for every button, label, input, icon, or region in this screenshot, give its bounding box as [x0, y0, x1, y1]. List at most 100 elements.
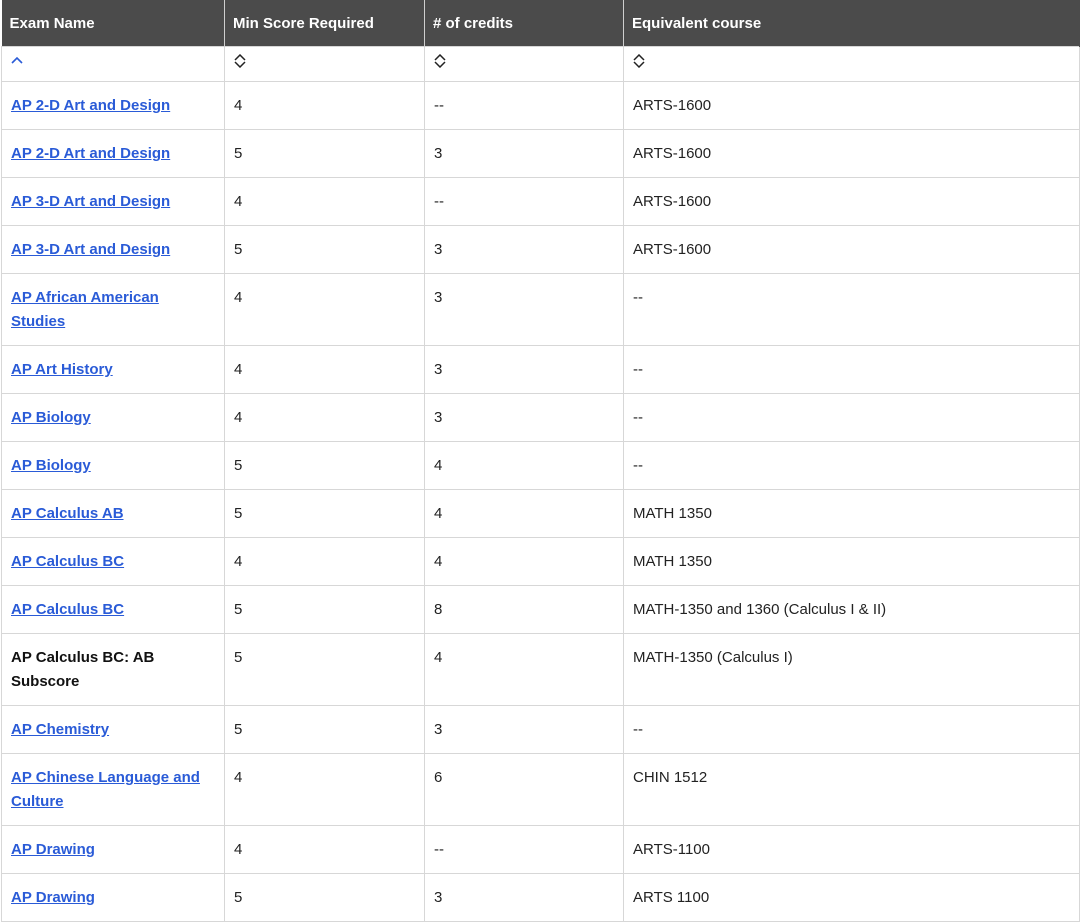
exam-link[interactable]: AP Art History: [11, 361, 113, 378]
exam-name-cell[interactable]: AP Drawing: [1, 873, 225, 922]
min-score-cell: 5: [224, 225, 425, 274]
credits-cell: 6: [424, 753, 624, 826]
exam-name-cell[interactable]: AP 2-D Art and Design: [1, 129, 225, 178]
exam-link[interactable]: AP 3-D Art and Design: [11, 241, 170, 258]
table-row: AP Calculus BC 5 8 MATH-1350 and 1360 (Calc…: [1, 585, 1080, 634]
exam-name-cell[interactable]: AP 3-D Art and Design: [1, 177, 225, 226]
credits-cell: --: [424, 81, 624, 130]
table-row: AP Biology 4 3 --: [1, 393, 1080, 442]
credits-cell: 3: [424, 345, 624, 394]
sort-controls-row: [1, 46, 1080, 82]
sort-cell-credits[interactable]: [424, 46, 624, 82]
exam-name-cell[interactable]: AP Calculus BC: [1, 537, 225, 586]
sort-diamond-icon[interactable]: [433, 54, 447, 68]
credits-cell: 3: [424, 705, 624, 754]
exam-name-cell[interactable]: AP Biology: [1, 441, 225, 490]
table-row: AP 2-D Art and Design 5 3 ARTS-1600: [1, 129, 1080, 178]
equivalent-course-cell: MATH-1350 (Calculus I): [623, 633, 1080, 706]
exam-link[interactable]: AP Chinese Language and Culture: [11, 769, 200, 810]
exam-link[interactable]: AP Drawing: [11, 889, 95, 906]
min-score-cell: 5: [224, 705, 425, 754]
table-row: AP 3-D Art and Design 5 3 ARTS-1600: [1, 225, 1080, 274]
exam-link[interactable]: AP 2-D Art and Design: [11, 145, 170, 162]
table-row: AP African American Studies 4 3 --: [1, 273, 1080, 346]
exam-link[interactable]: AP Drawing: [11, 841, 95, 858]
exam-name-cell[interactable]: AP African American Studies: [1, 273, 225, 346]
equivalent-course-cell: ARTS-1600: [623, 129, 1080, 178]
column-header-equivalent-course[interactable]: Equivalent course: [623, 0, 1080, 47]
ap-credit-table: Exam Name Min Score Required # of credit…: [1, 0, 1080, 922]
exam-link[interactable]: AP African American Studies: [11, 289, 159, 330]
exam-name-cell[interactable]: AP 3-D Art and Design: [1, 225, 225, 274]
table-row: AP Chinese Language and Culture 4 6 CHIN 15…: [1, 753, 1080, 826]
min-score-cell: 4: [224, 81, 425, 130]
equivalent-course-cell: ARTS-1600: [623, 177, 1080, 226]
credits-cell: 4: [424, 537, 624, 586]
min-score-cell: 4: [224, 537, 425, 586]
exam-name-cell[interactable]: AP Calculus BC: [1, 585, 225, 634]
column-header-min-score[interactable]: Min Score Required: [224, 0, 425, 47]
exam-link[interactable]: AP Biology: [11, 457, 91, 474]
table-row: AP Drawing 5 3 ARTS 1100: [1, 873, 1080, 922]
min-score-cell: 4: [224, 177, 425, 226]
credits-cell: 4: [424, 633, 624, 706]
equivalent-course-cell: MATH 1350: [623, 489, 1080, 538]
equivalent-course-cell: --: [623, 273, 1080, 346]
exam-name-cell[interactable]: AP Drawing: [1, 825, 225, 874]
credits-cell: 8: [424, 585, 624, 634]
exam-name-cell[interactable]: AP Chemistry: [1, 705, 225, 754]
sort-diamond-icon[interactable]: [632, 54, 646, 68]
credits-cell: 3: [424, 273, 624, 346]
exam-link[interactable]: AP 2-D Art and Design: [11, 97, 170, 114]
min-score-cell: 5: [224, 585, 425, 634]
table-header-row: Exam Name Min Score Required # of credit…: [1, 0, 1080, 47]
table-row: AP Chemistry 5 3 --: [1, 705, 1080, 754]
equivalent-course-cell: CHIN 1512: [623, 753, 1080, 826]
min-score-cell: 5: [224, 873, 425, 922]
credits-cell: 4: [424, 489, 624, 538]
exam-link[interactable]: AP Biology: [11, 409, 91, 426]
table-row: AP 3-D Art and Design 4 -- ARTS-1600: [1, 177, 1080, 226]
min-score-cell: 5: [224, 129, 425, 178]
exam-name-cell[interactable]: AP Calculus AB: [1, 489, 225, 538]
sort-cell-exam-name[interactable]: [1, 46, 225, 82]
credits-cell: 3: [424, 393, 624, 442]
exam-link[interactable]: AP Chemistry: [11, 721, 109, 738]
credits-cell: 4: [424, 441, 624, 490]
exam-name-cell[interactable]: AP Biology: [1, 393, 225, 442]
min-score-cell: 5: [224, 489, 425, 538]
equivalent-course-cell: MATH-1350 and 1360 (Calculus I & II): [623, 585, 1080, 634]
sort-diamond-icon[interactable]: [233, 54, 247, 68]
exam-link[interactable]: AP Calculus BC: [11, 553, 124, 570]
exam-link[interactable]: AP 3-D Art and Design: [11, 193, 170, 210]
exam-link[interactable]: AP Calculus AB: [11, 505, 124, 522]
equivalent-course-cell: ARTS-1600: [623, 225, 1080, 274]
table-row: AP Calculus BC: AB Subscore 5 4 MATH-1350 (…: [1, 633, 1080, 706]
exam-link[interactable]: AP Calculus BC: [11, 601, 124, 618]
table-row: AP Drawing 4 -- ARTS-1100: [1, 825, 1080, 874]
min-score-cell: 5: [224, 633, 425, 706]
exam-name-cell[interactable]: AP Art History: [1, 345, 225, 394]
table-row: AP Calculus AB 5 4 MATH 1350: [1, 489, 1080, 538]
equivalent-course-cell: --: [623, 441, 1080, 490]
equivalent-course-cell: ARTS-1600: [623, 81, 1080, 130]
equivalent-course-cell: --: [623, 345, 1080, 394]
min-score-cell: 4: [224, 825, 425, 874]
credits-cell: 3: [424, 129, 624, 178]
table-row: AP Biology 5 4 --: [1, 441, 1080, 490]
sort-cell-equivalent-course[interactable]: [623, 46, 1080, 82]
table-row: AP Art History 4 3 --: [1, 345, 1080, 394]
min-score-cell: 4: [224, 345, 425, 394]
credits-cell: 3: [424, 873, 624, 922]
sort-cell-min-score[interactable]: [224, 46, 425, 82]
column-header-credits[interactable]: # of credits: [424, 0, 624, 47]
credits-cell: 3: [424, 225, 624, 274]
table-row: AP 2-D Art and Design 4 -- ARTS-1600: [1, 81, 1080, 130]
column-header-exam-name[interactable]: Exam Name: [1, 0, 225, 47]
table-row: AP Calculus BC 4 4 MATH 1350: [1, 537, 1080, 586]
exam-name-cell[interactable]: AP 2-D Art and Design: [1, 81, 225, 130]
equivalent-course-cell: ARTS 1100: [623, 873, 1080, 922]
exam-name-cell[interactable]: AP Chinese Language and Culture: [1, 753, 225, 826]
chevron-up-icon[interactable]: [10, 54, 24, 68]
credits-cell: --: [424, 177, 624, 226]
